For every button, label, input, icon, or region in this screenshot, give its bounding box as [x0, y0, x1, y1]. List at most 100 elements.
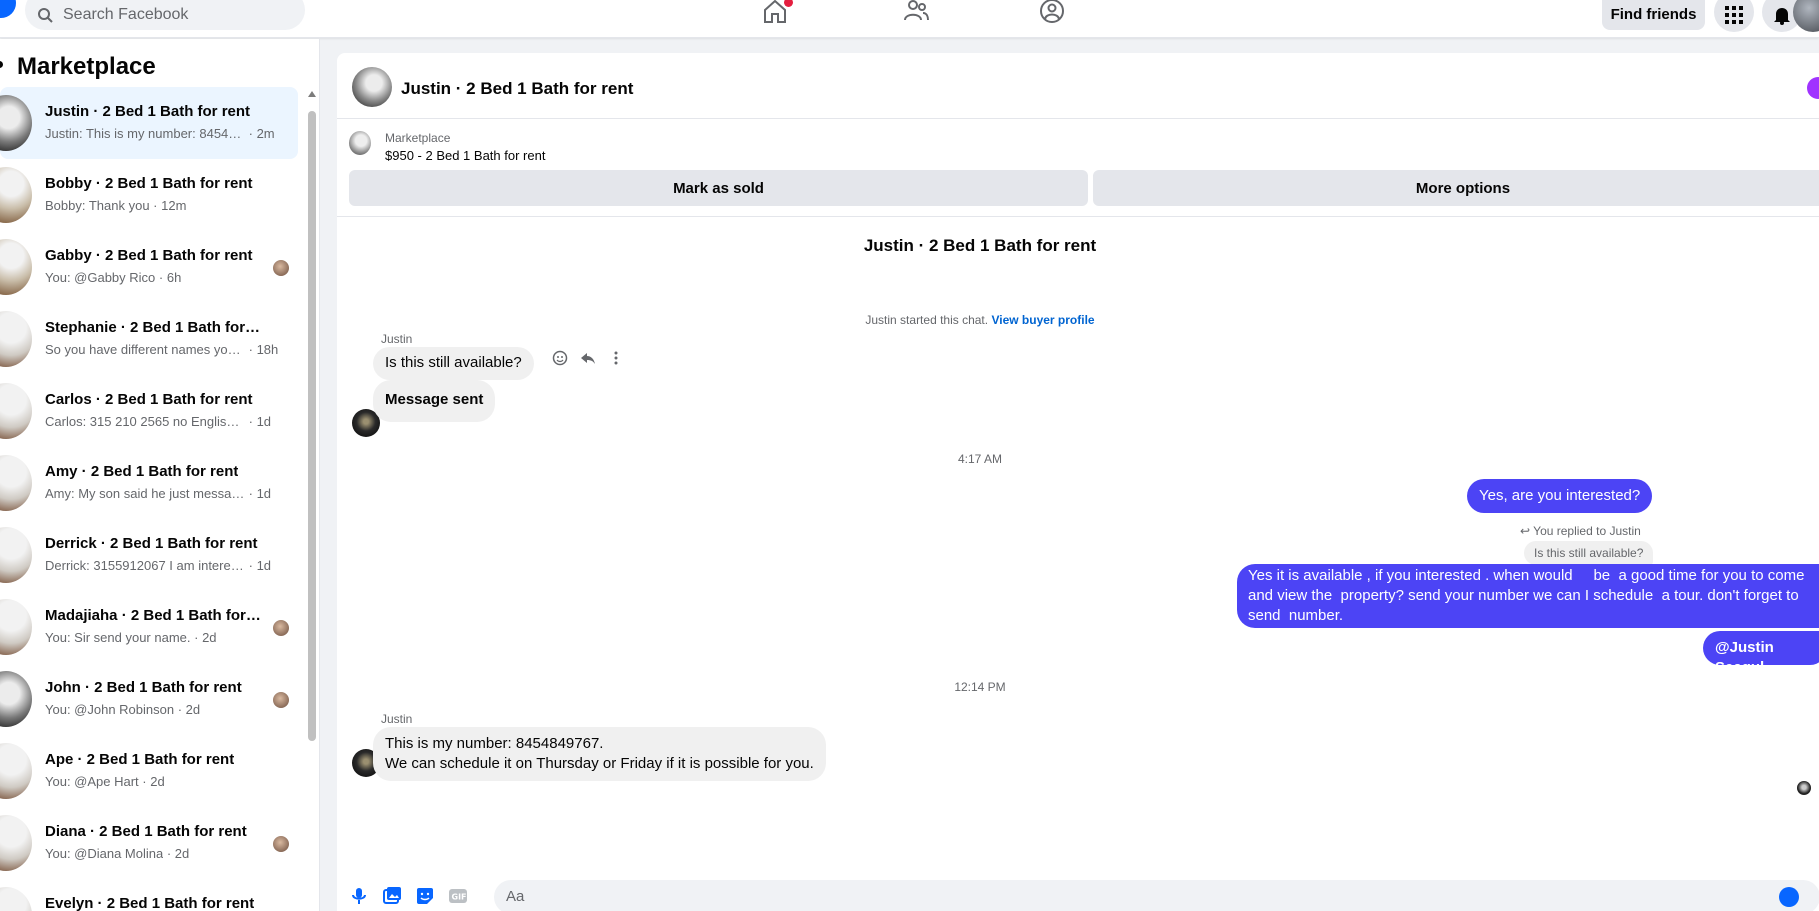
- timestamp: 4:17 AM: [957, 452, 1003, 466]
- conversation-time: 18h: [256, 342, 279, 357]
- conversation-item[interactable]: Diana · 2 Bed 1 Bath for rent You: @Diana…: [0, 807, 298, 879]
- timestamp: 12:14 PM: [954, 680, 1006, 694]
- conversation-snippet-text: You: @Ape Hart: [45, 774, 139, 789]
- conversation-name: Evelyn · 2 Bed 1 Bath for rent: [45, 895, 255, 911]
- outgoing-line: and view the property? send your number …: [1248, 587, 1799, 604]
- conversation-item[interactable]: Ape · 2 Bed 1 Bath for rent You: @Ape Har…: [0, 735, 298, 807]
- chat-title[interactable]: Justin · 2 Bed 1 Bath for rent: [401, 79, 633, 99]
- reply-indicator: ↩ You replied to Justin: [1520, 524, 1641, 538]
- listing-thumbnail[interactable]: [349, 131, 371, 155]
- more-vertical-icon[interactable]: [605, 347, 627, 369]
- conversation-item[interactable]: Amy · 2 Bed 1 Bath for rent Amy: My son s…: [0, 447, 298, 519]
- reply-icon[interactable]: [577, 347, 599, 369]
- conversation-thumbnail: [0, 311, 32, 367]
- conversation-thumbnail: [0, 239, 32, 295]
- scroll-up-icon[interactable]: [308, 91, 316, 97]
- info-icon[interactable]: [1807, 77, 1819, 99]
- conversation-time: 12m: [161, 198, 187, 213]
- outgoing-message[interactable]: Yes, are you interested?: [1467, 479, 1653, 513]
- listing-title[interactable]: $950 - 2 Bed 1 Bath for rent: [385, 148, 545, 163]
- more-options-button[interactable]: More options: [1093, 170, 1819, 206]
- seen-avatar: [273, 836, 289, 852]
- conversation-name: Madajiaha · 2 Bed 1 Bath for r...: [45, 607, 263, 624]
- conversation-snippet-text: You: @Diana Molina: [45, 846, 164, 861]
- conversation-snippet: Amy: My son said he just message... · 1d: [45, 486, 272, 501]
- photo-icon[interactable]: [382, 886, 402, 906]
- conversation-time: 2d: [150, 774, 165, 789]
- outgoing-line: send number.: [1248, 607, 1344, 624]
- conversation-name: Bobby · 2 Bed 1 Bath for rent: [45, 175, 253, 192]
- conversation-time: 1d: [256, 414, 272, 429]
- mark-as-sold-button[interactable]: Mark as sold: [349, 170, 1088, 206]
- conversation-thumbnail: [0, 167, 32, 223]
- incoming-message[interactable]: Message sent: [373, 380, 496, 422]
- conversation-item[interactable]: Derrick · 2 Bed 1 Bath for rent Derrick: …: [0, 519, 298, 591]
- conversation-time: 1d: [256, 558, 272, 573]
- groups-icon[interactable]: [1038, 0, 1066, 24]
- conversation-item[interactable]: Stephanie · 2 Bed 1 Bath for rent So you …: [0, 303, 298, 375]
- conversation-name: Carlos · 2 Bed 1 Bath for rent: [45, 391, 253, 408]
- conversation-thumbnail: [0, 671, 32, 727]
- sidebar-title: Marketplace: [17, 53, 156, 80]
- search-input[interactable]: Search Facebook: [25, 0, 305, 30]
- conversation-snippet: Bobby: Thank you · 12m: [45, 198, 187, 213]
- replied-to-text: You replied to Justin: [1533, 524, 1641, 538]
- conversation-list: Justin · 2 Bed 1 Bath for rent Justin: Th…: [0, 87, 305, 911]
- chat-avatar[interactable]: [352, 67, 392, 107]
- conversation-snippet: You: @Gabby Rico · 6h: [45, 270, 182, 285]
- conversation-item[interactable]: Carlos · 2 Bed 1 Bath for rent Carlos: 31…: [0, 375, 298, 447]
- facebook-logo-icon[interactable]: [0, 0, 16, 18]
- gif-icon[interactable]: GIF: [448, 886, 468, 906]
- sidebar-scrollbar[interactable]: [307, 91, 317, 911]
- conversation-thumbnail: [0, 527, 32, 583]
- conversation-snippet-text: You: Sir send your name.: [45, 630, 191, 645]
- conversation-name: Ape · 2 Bed 1 Bath for rent: [45, 751, 235, 768]
- find-friends-button[interactable]: Find friends: [1602, 0, 1705, 30]
- view-buyer-profile-link[interactable]: View buyer profile: [991, 313, 1094, 327]
- conversation-item[interactable]: Justin · 2 Bed 1 Bath for rent Justin: Th…: [0, 87, 298, 159]
- outgoing-mention[interactable]: @Justin Seagul: [1703, 631, 1819, 676]
- emoji-icon[interactable]: [1779, 887, 1799, 907]
- sender-name: Justin: [381, 712, 413, 726]
- incoming-message[interactable]: Is this still available?: [373, 347, 534, 380]
- conversation-item[interactable]: Madajiaha · 2 Bed 1 Bath for r... You: Si…: [0, 591, 298, 663]
- listing-kind: Marketplace: [385, 131, 451, 145]
- notification-dot: [784, 0, 793, 7]
- conversation-item[interactable]: Bobby · 2 Bed 1 Bath for rent Bobby: Than…: [0, 159, 298, 231]
- conversation-name: Diana · 2 Bed 1 Bath for rent: [45, 823, 247, 840]
- scrollbar-thumb[interactable]: [308, 111, 316, 741]
- account-avatar[interactable]: [1793, 0, 1819, 32]
- conversation-name: Derrick · 2 Bed 1 Bath for rent: [45, 535, 258, 552]
- top-bar: Search Facebook Find friends: [0, 0, 1819, 38]
- conversation-thumbnail: [0, 815, 32, 871]
- conversation-thumbnail: [0, 743, 32, 799]
- conversation-snippet: Carlos: 315 210 2565 no English y S... ·…: [45, 414, 272, 429]
- back-arrow-icon[interactable]: [0, 61, 3, 68]
- conversation-snippet-text: Justin: This is my number: 8454849...: [45, 126, 245, 141]
- conversation-name: John · 2 Bed 1 Bath for rent: [45, 679, 242, 696]
- react-emoji-icon[interactable]: [549, 347, 571, 369]
- sticker-icon[interactable]: [415, 886, 435, 906]
- conversation-item[interactable]: John · 2 Bed 1 Bath for rent You: @John R…: [0, 663, 298, 735]
- message-thread: Justin · 2 Bed 1 Bath for rent Justin st…: [337, 217, 1819, 877]
- conversation-time: 6h: [166, 270, 182, 285]
- message-input[interactable]: Aa: [494, 880, 1819, 911]
- friends-icon[interactable]: [902, 0, 930, 24]
- conversation-name: Justin · 2 Bed 1 Bath for rent: [45, 103, 251, 120]
- conversation-thumbnail: [0, 95, 32, 151]
- conversation-sidebar: Marketplace Justin · 2 Bed 1 Bath for re…: [0, 39, 320, 911]
- conversation-snippet: Justin: This is my number: 8454849... · …: [45, 126, 275, 141]
- conversation-snippet: You: Sir send your name. · 2d: [45, 630, 217, 645]
- quoted-message[interactable]: Is this still available?: [1524, 541, 1654, 565]
- incoming-message-number[interactable]: This is my number: 8454849767. We can sc…: [373, 727, 826, 781]
- conversation-snippet-text: You: @John Robinson: [45, 702, 175, 717]
- menu-button[interactable]: [1714, 0, 1754, 32]
- conversation-item[interactable]: Gabby · 2 Bed 1 Bath for rent You: @Gabby…: [0, 231, 298, 303]
- conversation-name: Amy · 2 Bed 1 Bath for rent: [45, 463, 239, 480]
- microphone-icon[interactable]: [349, 886, 369, 906]
- conversation-item[interactable]: Evelyn · 2 Bed 1 Bath for rent: [0, 879, 298, 911]
- outgoing-message-long[interactable]: Yes it is available , if you interested …: [1237, 564, 1819, 628]
- conversation-thumbnail: [0, 887, 32, 911]
- seen-avatar: [273, 692, 289, 708]
- conversation-time: 2d: [185, 702, 201, 717]
